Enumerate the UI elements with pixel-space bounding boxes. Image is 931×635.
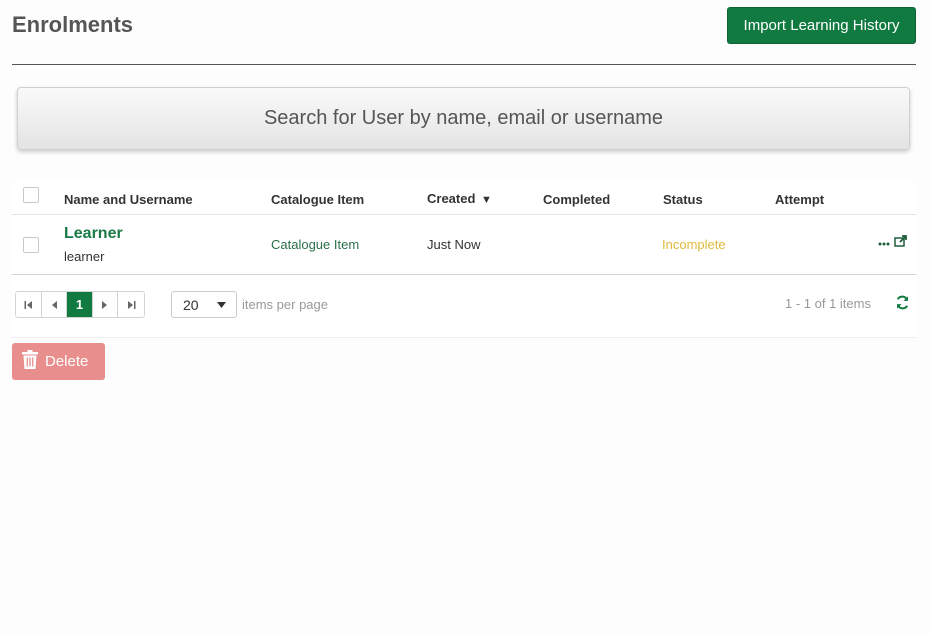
column-header-name[interactable]: Name and Username bbox=[64, 192, 193, 207]
catalogue-item-link[interactable]: Catalogue Item bbox=[271, 237, 359, 252]
created-date: Just Now bbox=[427, 237, 481, 252]
column-header-created-label: Created bbox=[427, 191, 476, 206]
first-page-icon bbox=[24, 300, 32, 309]
more-icon[interactable] bbox=[878, 234, 890, 252]
column-header-catalogue-item[interactable]: Catalogue Item bbox=[271, 192, 364, 207]
row-checkbox[interactable] bbox=[23, 237, 39, 253]
last-page-button[interactable] bbox=[118, 292, 144, 317]
select-all-checkbox[interactable] bbox=[23, 187, 39, 203]
refresh-icon[interactable] bbox=[895, 295, 910, 315]
status-badge: Incomplete bbox=[662, 237, 726, 252]
trash-icon bbox=[22, 350, 38, 373]
column-header-created[interactable]: Created ▼ bbox=[427, 191, 492, 206]
column-header-completed[interactable]: Completed bbox=[543, 192, 610, 207]
page-size-select[interactable]: 20 bbox=[171, 291, 237, 318]
row-actions bbox=[878, 234, 908, 252]
header-divider bbox=[12, 214, 916, 215]
sort-descending-icon: ▼ bbox=[481, 194, 492, 206]
column-header-attempt[interactable]: Attempt bbox=[775, 192, 824, 207]
last-page-icon bbox=[127, 300, 136, 309]
column-header-status[interactable]: Status bbox=[663, 192, 703, 207]
delete-button[interactable]: Delete bbox=[12, 343, 105, 380]
delete-label: Delete bbox=[45, 353, 89, 370]
previous-page-icon bbox=[51, 300, 57, 309]
pagination: 1 bbox=[15, 291, 145, 318]
learner-username: learner bbox=[64, 249, 105, 264]
first-page-button[interactable] bbox=[16, 292, 42, 317]
title-divider bbox=[12, 64, 916, 65]
next-page-button[interactable] bbox=[92, 292, 119, 317]
import-learning-history-button[interactable]: Import Learning History bbox=[727, 7, 916, 44]
page-title: Enrolments bbox=[12, 12, 134, 37]
next-page-icon bbox=[102, 300, 108, 309]
chevron-down-icon bbox=[217, 301, 226, 308]
user-search-input[interactable]: Search for User by name, email or userna… bbox=[17, 87, 910, 150]
items-per-page-label: items per page bbox=[242, 297, 328, 312]
row-divider bbox=[12, 274, 916, 275]
open-external-icon[interactable] bbox=[894, 234, 908, 252]
learner-name-link[interactable]: Learner bbox=[64, 225, 123, 243]
previous-page-button[interactable] bbox=[41, 292, 68, 317]
page-size-value: 20 bbox=[183, 296, 199, 313]
enrolments-grid: Name and Username Catalogue Item Created… bbox=[12, 180, 916, 338]
items-range-label: 1 - 1 of 1 items bbox=[785, 296, 871, 311]
page-1-button[interactable]: 1 bbox=[67, 292, 93, 317]
